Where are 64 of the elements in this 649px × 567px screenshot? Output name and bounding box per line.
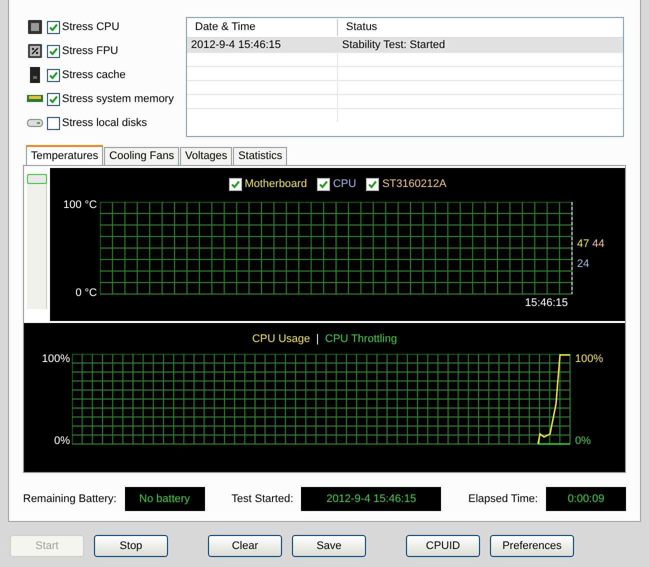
action-button[interactable]: Clear xyxy=(208,535,282,557)
legend-label: ST3160212A xyxy=(382,176,446,192)
chart-time: 15:46:15 xyxy=(525,296,568,311)
axis-label: 100 °C xyxy=(63,198,97,213)
option-label: Stress CPU xyxy=(62,20,120,35)
check-icon xyxy=(368,180,378,188)
chip-icon xyxy=(27,19,43,35)
action-button[interactable]: Preferences xyxy=(490,535,574,557)
action-button[interactable]: Stop xyxy=(94,535,168,557)
check-icon xyxy=(49,70,58,80)
slider-thumb[interactable] xyxy=(27,174,47,184)
checkbox[interactable] xyxy=(47,116,60,130)
legend-label: CPU xyxy=(332,176,356,192)
info-label: Elapsed Time: xyxy=(468,492,538,507)
checkbox[interactable] xyxy=(47,20,60,34)
axis-label: 0% xyxy=(54,434,70,448)
checkbox[interactable] xyxy=(316,178,330,190)
table-cell-text: 2012-9-4 15:46:15 xyxy=(190,38,282,53)
legend-label: CPU Throttling xyxy=(325,332,397,347)
tab[interactable]: Voltages xyxy=(180,147,232,165)
checkbox[interactable] xyxy=(47,68,60,82)
checkbox[interactable] xyxy=(228,178,242,190)
axis-label: 0 °C xyxy=(75,286,97,300)
axis-label: 100% xyxy=(42,352,70,367)
log-row[interactable]: 2012-9-4 15:46:15 Stability Test: Started xyxy=(187,38,623,52)
tab[interactable]: Statistics xyxy=(233,147,288,165)
throttling-line xyxy=(538,443,570,445)
action-button[interactable]: Save xyxy=(292,535,366,557)
legend-label: CPU Usage xyxy=(252,332,310,347)
temperature-reading: 24 xyxy=(577,257,590,272)
memory-chip-icon xyxy=(29,67,41,83)
drive-icon xyxy=(27,118,43,128)
info-label: Test Started: xyxy=(232,492,294,507)
checkbox[interactable] xyxy=(47,92,60,106)
info-value: 0:00:09 xyxy=(546,487,626,511)
tab[interactable]: Cooling Fans xyxy=(104,147,180,165)
ram-stick-icon xyxy=(27,94,43,104)
option-label: Stress local disks xyxy=(62,116,147,131)
column-header[interactable]: Status xyxy=(338,19,623,36)
check-icon xyxy=(230,180,240,188)
option-label: Stress cache xyxy=(62,68,126,83)
legend-separator: | xyxy=(316,332,319,347)
axis-label: 100% xyxy=(575,352,604,367)
action-button[interactable]: CPUID xyxy=(406,535,480,557)
axis-label: 0% xyxy=(575,434,592,448)
tab[interactable]: Temperatures xyxy=(26,145,104,165)
checkbox[interactable] xyxy=(366,178,380,190)
info-value: 2012-9-4 15:46:15 xyxy=(301,487,442,511)
temperature-reading: 44 xyxy=(592,236,604,252)
temperature-reading: 47 xyxy=(577,236,590,252)
check-icon xyxy=(49,94,58,104)
option-label: Stress FPU xyxy=(62,44,118,59)
option-label: Stress system memory xyxy=(62,92,174,107)
column-header[interactable]: Date & Time xyxy=(187,19,338,36)
legend-label: Motherboard xyxy=(244,176,307,192)
info-label: Remaining Battery: xyxy=(23,492,117,507)
zoom-slider[interactable] xyxy=(27,174,47,309)
info-value: No battery xyxy=(124,487,205,511)
percent-chip-icon xyxy=(27,43,43,59)
check-icon xyxy=(318,180,328,188)
checkbox[interactable] xyxy=(47,44,60,58)
table-cell-text: Stability Test: Started xyxy=(341,38,446,53)
check-icon xyxy=(49,22,58,32)
check-icon xyxy=(49,46,58,56)
